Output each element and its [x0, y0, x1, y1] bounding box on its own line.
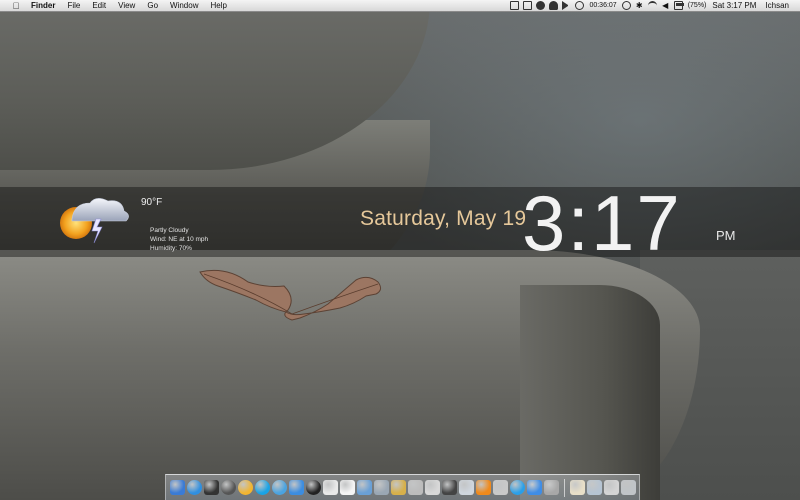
- time-display: 3:17: [522, 179, 682, 267]
- time-machine-icon[interactable]: [621, 1, 631, 10]
- dropbox-icon[interactable]: [527, 480, 542, 495]
- aperture-icon[interactable]: [204, 480, 219, 495]
- menu-go[interactable]: Go: [141, 0, 164, 12]
- menu-edit[interactable]: Edit: [86, 0, 112, 12]
- weather-condition: Partly Cloudy: [150, 227, 189, 234]
- safari-icon[interactable]: [187, 480, 202, 495]
- document-icon[interactable]: [570, 480, 585, 495]
- adium-icon[interactable]: [238, 480, 253, 495]
- finder-icon[interactable]: [170, 480, 185, 495]
- menu-bar:  Finder File Edit View Go Window Help 0…: [0, 0, 800, 12]
- photos-icon[interactable]: [374, 480, 389, 495]
- bluetooth-icon[interactable]: ✱: [635, 1, 644, 10]
- thunderstorm-partly-cloudy-icon: [60, 198, 129, 244]
- owl-icon[interactable]: [425, 480, 440, 495]
- play-icon[interactable]: [562, 1, 571, 10]
- date-display: Saturday, May 19: [360, 207, 527, 230]
- app-store-icon[interactable]: [408, 480, 423, 495]
- timer-icon[interactable]: [575, 1, 585, 10]
- weather-humidity: Humidity: 70%: [150, 245, 192, 252]
- vinyl-icon[interactable]: [306, 480, 321, 495]
- downloads-folder-icon[interactable]: [587, 480, 602, 495]
- menubar-clock[interactable]: Sat 3:17 PM: [712, 0, 756, 12]
- dock: [165, 474, 640, 500]
- menu-extra-dot-icon[interactable]: [536, 1, 546, 10]
- tv-icon[interactable]: [442, 480, 457, 495]
- weather-details: Partly Cloudy Wind: NE at 10 mph Humidit…: [150, 226, 208, 253]
- menu-window[interactable]: Window: [164, 0, 204, 12]
- preferences-icon[interactable]: [544, 480, 559, 495]
- ichat-icon[interactable]: [289, 480, 304, 495]
- temperature: 90°F: [141, 197, 163, 208]
- itunes-icon[interactable]: [272, 480, 287, 495]
- trash-icon[interactable]: [621, 480, 636, 495]
- menu-view[interactable]: View: [112, 0, 141, 12]
- iphoto-icon[interactable]: [357, 480, 372, 495]
- globe-icon[interactable]: [510, 480, 525, 495]
- battery-icon[interactable]: [673, 1, 684, 10]
- tool-icon[interactable]: [493, 480, 508, 495]
- menu-file[interactable]: File: [61, 0, 86, 12]
- battery-percent[interactable]: (75%): [688, 0, 707, 12]
- menu-extra-box-icon[interactable]: [510, 1, 520, 10]
- weather-wind: Wind: NE at 10 mph: [150, 236, 209, 243]
- display-icon[interactable]: [459, 480, 474, 495]
- menu-extra-window-icon[interactable]: [523, 1, 533, 10]
- vlc-icon[interactable]: [476, 480, 491, 495]
- menu-help[interactable]: Help: [204, 0, 232, 12]
- cloud-icon[interactable]: [549, 1, 559, 10]
- menu-finder[interactable]: Finder: [29, 0, 61, 12]
- pencil-icon[interactable]: [391, 480, 406, 495]
- dock-separator: [564, 478, 565, 497]
- apple-logo-icon[interactable]: : [11, 0, 21, 12]
- stack-icon[interactable]: [604, 480, 619, 495]
- volume-icon[interactable]: ◀: [661, 1, 670, 10]
- network-icon[interactable]: [221, 480, 236, 495]
- ical-icon[interactable]: [323, 480, 338, 495]
- timer-text[interactable]: 00:36:07: [589, 0, 616, 12]
- wifi-icon[interactable]: [647, 1, 657, 10]
- stone-step-lower-face: [520, 285, 660, 500]
- user-name[interactable]: Ichsan: [765, 0, 789, 12]
- textedit-icon[interactable]: [340, 480, 355, 495]
- leaf-image: [199, 269, 382, 321]
- ampm-display: PM: [716, 228, 736, 243]
- skype-icon[interactable]: [255, 480, 270, 495]
